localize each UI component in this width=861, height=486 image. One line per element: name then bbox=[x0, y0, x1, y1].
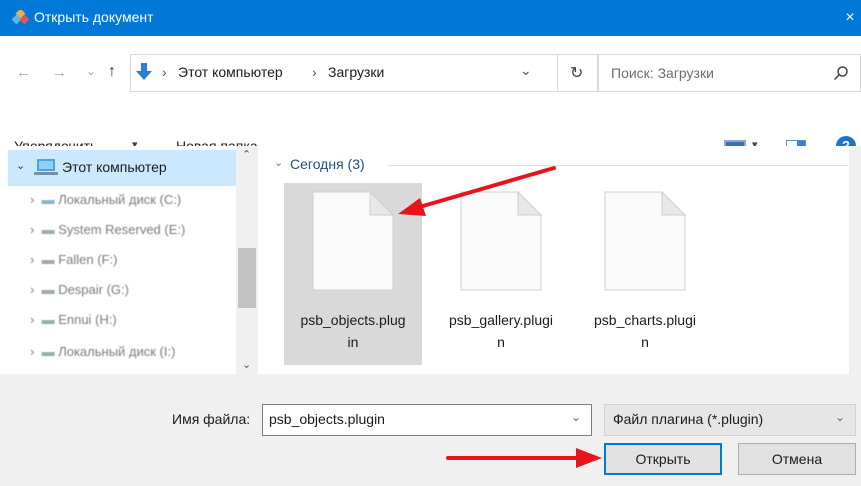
drive-icon: ▬ bbox=[41, 252, 59, 267]
nav-expand-icon: › bbox=[30, 282, 42, 297]
file-name: psb_gallery.plugi n bbox=[448, 312, 554, 350]
nav-item-drive-c[interactable]: › ▬ Локальный диск (C:) bbox=[30, 188, 181, 212]
group-collapse-icon[interactable]: ⌄ bbox=[274, 156, 283, 169]
drive-icon: ▬ bbox=[41, 192, 59, 207]
nav-label-this-pc: Этот компьютер bbox=[62, 159, 167, 175]
annotation-arrow bbox=[446, 448, 602, 468]
address-dropdown-button[interactable]: ⌄ bbox=[520, 62, 532, 79]
file-icon bbox=[604, 190, 687, 291]
nav-item-label: Despair (G:) bbox=[58, 282, 129, 297]
downloads-icon bbox=[136, 63, 152, 83]
breadcrumb-separator: › bbox=[312, 64, 317, 80]
filename-value: psb_objects.plugin bbox=[269, 411, 385, 427]
chevron-down-icon[interactable]: ⌄ bbox=[571, 410, 581, 424]
cancel-button[interactable]: Отмена bbox=[738, 443, 856, 475]
nav-item-label: System Reserved (E:) bbox=[58, 222, 186, 237]
forward-button[interactable]: → bbox=[52, 64, 67, 82]
close-button[interactable]: × bbox=[840, 8, 860, 28]
breadcrumb-downloads[interactable]: Загрузки bbox=[328, 64, 384, 80]
nav-item-drive-g[interactable]: › ▬ Despair (G:) bbox=[30, 278, 129, 302]
app-icon bbox=[11, 8, 30, 26]
drive-icon: ▬ bbox=[41, 222, 59, 237]
recent-locations-button[interactable]: ⌄ bbox=[86, 62, 96, 80]
nav-item-drive-i[interactable]: › ▬ Локальный диск (I:) bbox=[30, 340, 175, 364]
search-icon bbox=[833, 65, 849, 81]
chevron-down-icon: ⌄ bbox=[835, 410, 846, 424]
search-field[interactable]: Поиск: Загрузки bbox=[598, 54, 861, 92]
back-button[interactable]: ← bbox=[16, 64, 31, 82]
nav-scroll-thumb[interactable] bbox=[238, 248, 256, 308]
scroll-up-arrow-icon[interactable]: ⌃ bbox=[242, 148, 251, 161]
nav-expand-icon: › bbox=[30, 222, 42, 237]
nav-item-drive-h[interactable]: › ▬ Ennui (H:) bbox=[30, 308, 117, 332]
file-type-value: Файл плагина (*.plugin) bbox=[613, 411, 764, 427]
filename-label: Имя файла: bbox=[172, 411, 251, 427]
nav-expand-icon: › bbox=[30, 192, 42, 207]
file-name: psb_charts.plugi n bbox=[594, 312, 696, 350]
file-scrollbar[interactable] bbox=[849, 146, 861, 374]
nav-item-drive-e[interactable]: › ▬ System Reserved (E:) bbox=[30, 218, 185, 242]
nav-item-drive-f[interactable]: › ▬ Fallen (F:) bbox=[30, 248, 117, 272]
computer-icon bbox=[34, 158, 58, 176]
nav-item-label: Локальный диск (C:) bbox=[58, 192, 182, 207]
open-button[interactable]: Открыть bbox=[604, 443, 722, 475]
file-icon bbox=[312, 190, 395, 291]
breadcrumb-separator: › bbox=[162, 64, 167, 80]
breadcrumb-this-pc[interactable]: Этот компьютер bbox=[178, 64, 283, 80]
search-placeholder: Поиск: Загрузки bbox=[611, 65, 714, 81]
file-tile[interactable]: psb_charts.plugi n bbox=[576, 183, 714, 365]
nav-expand-icon: › bbox=[30, 252, 42, 267]
refresh-icon: ↻ bbox=[570, 65, 584, 82]
nav-expand-icon: › bbox=[30, 344, 42, 359]
drive-icon: ▬ bbox=[41, 312, 59, 327]
file-name: psb_objects.plug in bbox=[300, 312, 406, 350]
nav-item-label: Fallen (F:) bbox=[58, 252, 118, 267]
up-button[interactable]: ↑ bbox=[108, 63, 116, 81]
annotation-arrow bbox=[398, 166, 556, 216]
file-type-select[interactable]: Файл плагина (*.plugin) ⌄ bbox=[604, 404, 856, 436]
expand-chevron-icon[interactable]: ⌄ bbox=[16, 159, 25, 172]
drive-icon: ▬ bbox=[41, 344, 59, 359]
refresh-button[interactable]: ↻ bbox=[558, 54, 598, 92]
window-title: Открыть документ bbox=[34, 9, 154, 25]
nav-item-label: Ennui (H:) bbox=[58, 312, 117, 327]
group-header-today[interactable]: Сегодня (3) bbox=[290, 156, 365, 172]
nav-expand-icon: › bbox=[30, 312, 42, 327]
nav-item-label: Локальный диск (I:) bbox=[58, 344, 176, 359]
filename-input[interactable]: psb_objects.plugin ⌄ bbox=[262, 404, 592, 436]
scroll-down-arrow-icon[interactable]: ⌄ bbox=[242, 358, 251, 371]
drive-icon: ▬ bbox=[41, 282, 59, 297]
